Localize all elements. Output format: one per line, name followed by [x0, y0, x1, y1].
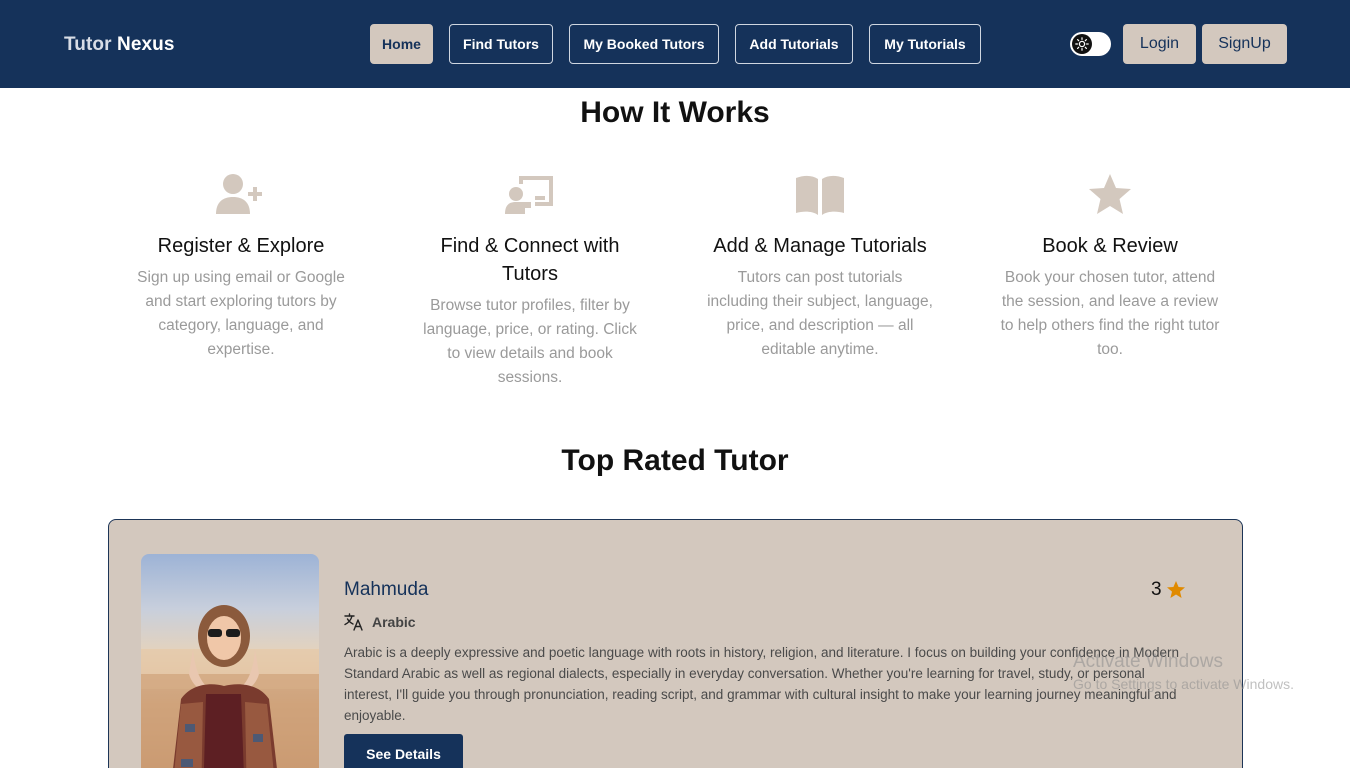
navbar: Tutor Nexus Home Find Tutors My Booked T…: [0, 0, 1350, 88]
see-details-button[interactable]: See Details: [344, 734, 463, 768]
sun-icon: [1072, 34, 1092, 54]
tutor-language: Arabic: [344, 613, 416, 631]
step-find-connect: Find & Connect with Tutors Browse tutor …: [415, 172, 645, 390]
nav-my-booked-tutors[interactable]: My Booked Tutors: [569, 24, 719, 64]
theme-toggle[interactable]: [1070, 32, 1111, 56]
step-title: Register & Explore: [157, 235, 325, 257]
user-plus-icon: [216, 174, 262, 214]
step-description: Browse tutor profiles, filter by languag…: [423, 297, 637, 386]
step-title: Book & Review: [1042, 235, 1178, 257]
step-book-review: Book & Review Book your chosen tutor, at…: [995, 172, 1225, 362]
step-description: Sign up using email or Google and start …: [137, 269, 345, 358]
star-icon: [1089, 174, 1131, 214]
signup-button[interactable]: SignUp: [1202, 24, 1287, 64]
login-button[interactable]: Login: [1123, 24, 1196, 64]
tutor-description: Arabic is a deeply expressive and poetic…: [344, 645, 1179, 723]
tutor-name[interactable]: Mahmuda: [344, 579, 429, 601]
how-it-works-title: How It Works: [580, 96, 770, 129]
rating-value: 3: [1151, 579, 1162, 600]
brand-part2: Nexus: [117, 34, 175, 55]
nav-home[interactable]: Home: [370, 24, 433, 64]
tutor-rating: 3: [1151, 579, 1186, 601]
nav-add-tutorials[interactable]: Add Tutorials: [735, 24, 853, 64]
top-rated-title: Top Rated Tutor: [561, 444, 789, 477]
language-label: Arabic: [372, 614, 416, 630]
star-icon: [1166, 581, 1185, 598]
brand-part1: Tutor: [64, 34, 112, 55]
step-register-explore: Register & Explore Sign up using email o…: [126, 172, 356, 362]
windows-watermark-subtitle: Go to Settings to activate Windows.: [1073, 676, 1294, 692]
step-title: Find & Connect with Tutors: [440, 235, 620, 285]
tutor-card: Mahmuda 3 Arabic Arabic is a deeply expr…: [108, 519, 1243, 768]
brand-logo[interactable]: Tutor Nexus: [64, 34, 175, 56]
windows-watermark-title: Activate Windows: [1073, 651, 1223, 672]
step-title: Add & Manage Tutorials: [713, 235, 927, 257]
chalkboard-teacher-icon: [505, 176, 553, 214]
translate-icon: [344, 613, 363, 631]
step-add-manage: Add & Manage Tutorials Tutors can post t…: [705, 172, 935, 362]
nav-my-tutorials[interactable]: My Tutorials: [869, 24, 981, 64]
open-book-icon: [796, 175, 844, 215]
step-description: Book your chosen tutor, attend the sessi…: [1000, 269, 1220, 358]
step-description: Tutors can post tutorials including thei…: [707, 269, 933, 358]
tutor-photo: [141, 554, 319, 768]
nav-find-tutors[interactable]: Find Tutors: [449, 24, 553, 64]
